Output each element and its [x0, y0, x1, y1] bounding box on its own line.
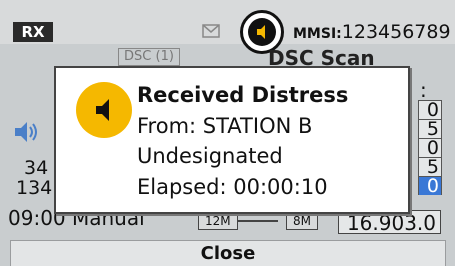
- dialog-category: Undesignated: [137, 144, 283, 168]
- speaker-icon: [96, 99, 109, 121]
- right-cell: 5: [418, 119, 442, 139]
- close-button[interactable]: Close: [10, 240, 446, 266]
- range-right: 8M: [286, 212, 318, 230]
- right-cell: 0: [418, 138, 442, 158]
- dialog-from: From: STATION B: [137, 113, 313, 138]
- mmsi-value: 123456789: [341, 21, 451, 43]
- background-value-2: 134: [16, 177, 53, 199]
- distress-dialog: Received Distress From: STATION B Undesi…: [54, 66, 410, 214]
- mmsi-label: MMSI:: [293, 26, 342, 42]
- right-cell-selected: 0: [418, 176, 442, 196]
- dialog-text: Received Distress From: STATION B Undesi…: [137, 80, 348, 202]
- mmsi-readout: MMSI:123456789: [293, 21, 451, 43]
- right-cell: 0: [418, 100, 442, 120]
- speaker-icon: [257, 25, 265, 39]
- dialog-title: Received Distress: [137, 83, 349, 107]
- status-bar: RX MMSI:123456789: [0, 0, 455, 44]
- background-colon: :: [420, 78, 427, 102]
- dsc-count-label: DSC (1): [118, 48, 180, 66]
- speaker-alert-icon: [76, 82, 132, 138]
- mail-icon: [202, 24, 220, 38]
- range-bar: 12M 8M: [198, 212, 318, 230]
- background-right-column: 0 5 0 5 0: [418, 100, 442, 196]
- background-value-1: 34: [24, 157, 49, 179]
- dialog-elapsed: Elapsed: 00:00:10: [137, 174, 328, 199]
- right-cell: 5: [418, 157, 442, 177]
- rx-indicator: RX: [13, 22, 53, 42]
- volume-icon: [15, 122, 37, 142]
- range-left: 12M: [198, 212, 238, 230]
- radio-screen: RX MMSI:123456789 DSC (1) DSC Scan : 34 …: [0, 0, 455, 266]
